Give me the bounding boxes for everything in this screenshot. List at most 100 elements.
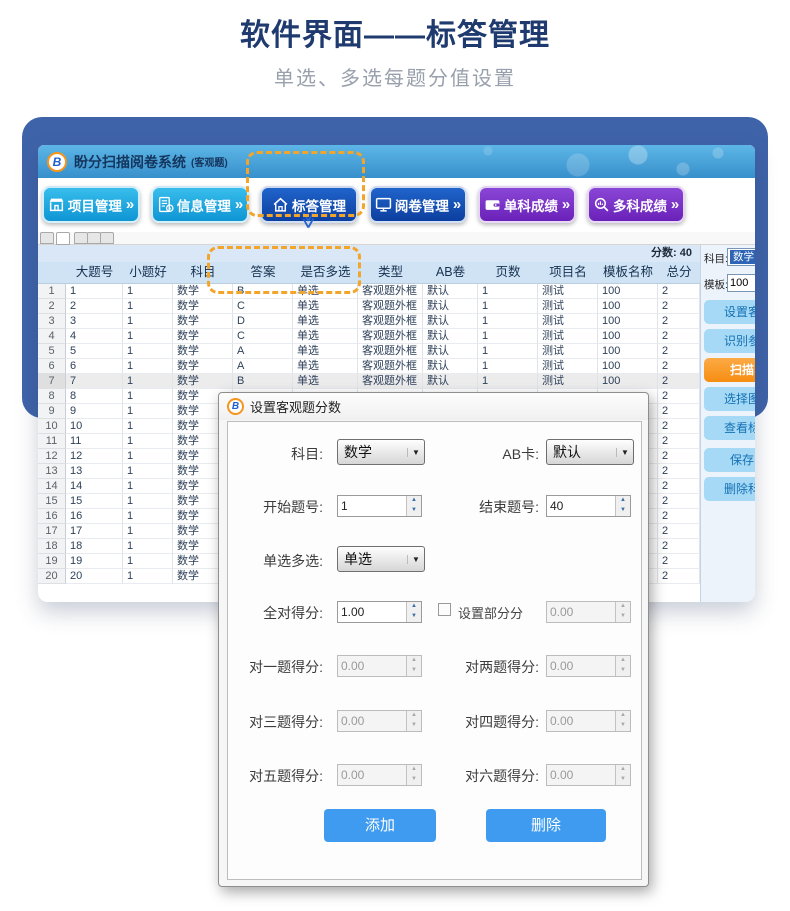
page-subtitle: 单选、多选每题分值设置 <box>0 62 790 91</box>
chevron-right-icon: » <box>235 197 243 212</box>
single-subject-score-button[interactable]: 单科成绩» <box>478 186 576 223</box>
table-cell: 1 <box>123 344 173 359</box>
table-cell: 15 <box>66 494 123 509</box>
page-tab[interactable] <box>40 232 54 244</box>
page-tab[interactable] <box>74 232 88 244</box>
delete-subject-button[interactable]: 删除科 <box>704 477 755 501</box>
view-answer-button[interactable]: 查看标 <box>704 416 755 440</box>
end-number-input[interactable]: ▲▼ <box>546 495 631 517</box>
table-header-cell[interactable]: AB卷 <box>423 262 478 283</box>
row-number: 2 <box>38 299 66 314</box>
recognize-params-button[interactable]: 识别参 <box>704 329 755 353</box>
side-panel: 科目: 数学 模板: 100 设置客识别参扫描选择图查看标保存删除科 扫描仪 选 <box>700 245 755 602</box>
table-header-cell[interactable]: 项目名 <box>538 262 598 283</box>
panel-subject-select[interactable]: 数学 <box>727 248 755 266</box>
table-cell: 2 <box>658 569 700 584</box>
row-number: 14 <box>38 479 66 494</box>
score-six-label: 对六题得分: <box>435 766 539 786</box>
table-cell: 1 <box>123 494 173 509</box>
spin-down-icon: ▼ <box>616 775 630 785</box>
multi-subject-score-button[interactable]: 多科成绩» <box>587 186 685 223</box>
table-row[interactable]: 221数学C单选客观题外框默认1测试1002 <box>38 299 700 314</box>
table-cell: 1 <box>123 554 173 569</box>
spin-down-icon[interactable]: ▼ <box>407 506 421 516</box>
add-button[interactable]: 添加 <box>324 809 436 842</box>
page: 软件界面——标答管理 单选、多选每题分值设置 B 盼分扫描阅卷系统 (客观题) … <box>0 0 790 911</box>
dialog-titlebar: B 设置客观题分数 <box>219 393 648 420</box>
table-cell: 默认 <box>423 374 478 389</box>
table-cell: 默认 <box>423 314 478 329</box>
table-cell: 3 <box>66 314 123 329</box>
table-cell: 1 <box>478 314 538 329</box>
table-cell: 2 <box>658 419 700 434</box>
table-cell: 默认 <box>423 284 478 299</box>
dropdown-arrow-icon[interactable]: ▼ <box>616 448 633 457</box>
page-tab[interactable] <box>56 232 70 245</box>
table-row[interactable]: 441数学C单选客观题外框默认1测试1002 <box>38 329 700 344</box>
row-number: 1 <box>38 284 66 299</box>
table-cell: 16 <box>66 509 123 524</box>
spin-up-icon[interactable]: ▲ <box>407 602 421 612</box>
table-row[interactable]: 661数学A单选客观题外框默认1测试1002 <box>38 359 700 374</box>
table-cell: 测试 <box>538 284 598 299</box>
score-two-input: ▲▼ <box>546 655 631 677</box>
page-tab[interactable] <box>87 232 101 244</box>
row-number: 3 <box>38 314 66 329</box>
table-cell: 默认 <box>423 299 478 314</box>
spin-up-icon[interactable]: ▲ <box>407 496 421 506</box>
table-row[interactable]: 331数学D单选客观题外框默认1测试1002 <box>38 314 700 329</box>
panel-template-input[interactable]: 100 <box>727 274 755 292</box>
table-header-cell[interactable]: 大题号 <box>66 262 123 283</box>
table-cell: 2 <box>658 404 700 419</box>
marking-management-button[interactable]: 阅卷管理» <box>369 186 467 223</box>
table-cell: 2 <box>658 449 700 464</box>
table-cell: 2 <box>658 479 700 494</box>
table-cell: 1 <box>123 524 173 539</box>
table-header-cell[interactable]: 页数 <box>478 262 538 283</box>
spin-up-icon[interactable]: ▲ <box>616 496 630 506</box>
table-row[interactable]: 551数学A单选客观题外框默认1测试1002 <box>38 344 700 359</box>
spin-down-icon[interactable]: ▼ <box>616 506 630 516</box>
table-header-cell[interactable]: 模板名称 <box>598 262 658 283</box>
set-objective-button[interactable]: 设置客 <box>704 300 755 324</box>
partial-score-checkbox[interactable] <box>438 603 451 616</box>
table-cell: 10 <box>66 419 123 434</box>
info-management-button[interactable]: 信息管理» <box>151 186 249 223</box>
ab-card-select[interactable]: 默认 ▼ <box>546 439 634 465</box>
table-cell: 100 <box>598 314 658 329</box>
spin-up-icon: ▲ <box>616 602 630 612</box>
subject-select[interactable]: 数学 ▼ <box>337 439 425 465</box>
table-header-cell[interactable]: 类型 <box>358 262 423 283</box>
project-management-button[interactable]: 项目管理» <box>42 186 140 223</box>
delete-button[interactable]: 删除 <box>486 809 606 842</box>
toolbar-button-label: 项目管理 <box>68 195 122 215</box>
page-tab[interactable] <box>100 232 114 244</box>
choice-type-select[interactable]: 单选 ▼ <box>337 546 425 572</box>
full-score-input[interactable]: ▲▼ <box>337 601 422 623</box>
table-cell: 12 <box>66 449 123 464</box>
panel-template-value: 100 <box>730 277 748 289</box>
full-score-label: 全对得分: <box>219 603 323 623</box>
row-number: 15 <box>38 494 66 509</box>
row-number: 18 <box>38 539 66 554</box>
save-button[interactable]: 保存 <box>704 448 755 472</box>
table-row[interactable]: 771数学B单选客观题外框默认1测试1002 <box>38 374 700 389</box>
table-cell: 数学 <box>173 359 233 374</box>
row-number: 9 <box>38 404 66 419</box>
select-image-button[interactable]: 选择图 <box>704 387 755 411</box>
table-header: 大题号小题好科目答案是否多选类型AB卷页数项目名模板名称总分 <box>38 262 700 284</box>
table-cell: 1 <box>478 299 538 314</box>
dropdown-arrow-icon[interactable]: ▼ <box>407 555 424 564</box>
scan-button[interactable]: 扫描 <box>704 358 755 382</box>
table-cell: 2 <box>658 314 700 329</box>
dropdown-arrow-icon[interactable]: ▼ <box>407 448 424 457</box>
spin-down-icon[interactable]: ▼ <box>407 612 421 622</box>
table-row[interactable]: 111数学B单选客观题外框默认1测试1002 <box>38 284 700 299</box>
spin-down-icon: ▼ <box>616 721 630 731</box>
table-header-cell[interactable]: 小题好 <box>123 262 173 283</box>
start-number-input[interactable]: ▲▼ <box>337 495 422 517</box>
table-cell: 默认 <box>423 359 478 374</box>
chevron-right-icon: » <box>453 197 461 212</box>
table-cell: 1 <box>123 464 173 479</box>
table-header-cell[interactable]: 总分 <box>658 262 700 283</box>
